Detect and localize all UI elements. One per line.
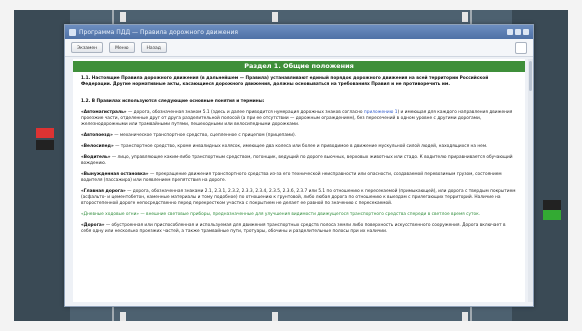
term-paragraph: «Дорога» — обустроенная или приспособлен… bbox=[81, 223, 506, 234]
exam-button[interactable]: Экзамен bbox=[71, 42, 104, 53]
window-titlebar[interactable]: Программа ПДД — Правила дорожного движен… bbox=[65, 25, 533, 39]
term-paragraph: «Вынужденная остановка» — прекращение дв… bbox=[81, 172, 502, 183]
paragraph: 1.1. Настоящие Правила дорожного движени… bbox=[81, 76, 489, 87]
left-signal-light bbox=[36, 128, 54, 138]
term: «Дорога» bbox=[81, 223, 105, 228]
term: «Главная дорога» bbox=[81, 189, 126, 194]
app-icon bbox=[69, 28, 76, 36]
right-signal-light bbox=[543, 200, 561, 210]
left-signal-light bbox=[36, 140, 54, 150]
toolbar: Экзамен Меню Назад bbox=[65, 39, 533, 57]
minimize-icon[interactable] bbox=[507, 29, 513, 35]
term-paragraph: «Автопоезд» — механическое транспортное … bbox=[81, 133, 297, 138]
scrollbar[interactable] bbox=[528, 59, 533, 302]
document-body[interactable]: Раздел 1. Общие положения 1.1. Настоящие… bbox=[73, 59, 525, 302]
term: «Велосипед» bbox=[81, 144, 114, 149]
term-paragraph: «Велосипед» — транспортное средство, кро… bbox=[81, 144, 488, 149]
road-marker bbox=[272, 312, 278, 322]
settings-icon[interactable] bbox=[515, 41, 527, 54]
rules-window: Программа ПДД — Правила дорожного движен… bbox=[64, 24, 534, 307]
term: «Автопоезд» bbox=[81, 133, 113, 138]
window-title: Программа ПДД — Правила дорожного движен… bbox=[79, 28, 238, 36]
road-marker bbox=[120, 12, 126, 22]
paragraph: 1.2. В Правилах используются следующие о… bbox=[81, 99, 265, 104]
section-title: Раздел 1. Общие положения bbox=[73, 61, 525, 72]
back-button[interactable]: Назад bbox=[140, 42, 167, 53]
road-marker bbox=[462, 312, 468, 322]
highlighted-paragraph: «Дневные ходовые огни» — внешние световы… bbox=[81, 212, 481, 217]
road-marker bbox=[272, 12, 278, 22]
close-icon[interactable] bbox=[523, 29, 529, 35]
term: «Водитель» bbox=[81, 155, 111, 160]
term-paragraph: «Автомагистраль» — дорога, обозначенная … bbox=[81, 110, 513, 127]
road-marker bbox=[120, 312, 126, 322]
scroll-thumb[interactable] bbox=[529, 61, 532, 91]
term: «Автомагистраль» bbox=[81, 110, 127, 115]
maximize-icon[interactable] bbox=[515, 29, 521, 35]
menu-button[interactable]: Меню bbox=[109, 42, 135, 53]
right-signal-light bbox=[543, 210, 561, 220]
term-paragraph: «Водитель» — лицо, управляющее каким-либ… bbox=[81, 155, 513, 166]
term-paragraph: «Главная дорога» — дорога, обозначенная … bbox=[81, 189, 516, 206]
appendix-link[interactable]: приложению 1 bbox=[364, 110, 398, 115]
road-marker bbox=[462, 12, 468, 22]
term: «Вынужденная остановка» bbox=[81, 172, 149, 177]
